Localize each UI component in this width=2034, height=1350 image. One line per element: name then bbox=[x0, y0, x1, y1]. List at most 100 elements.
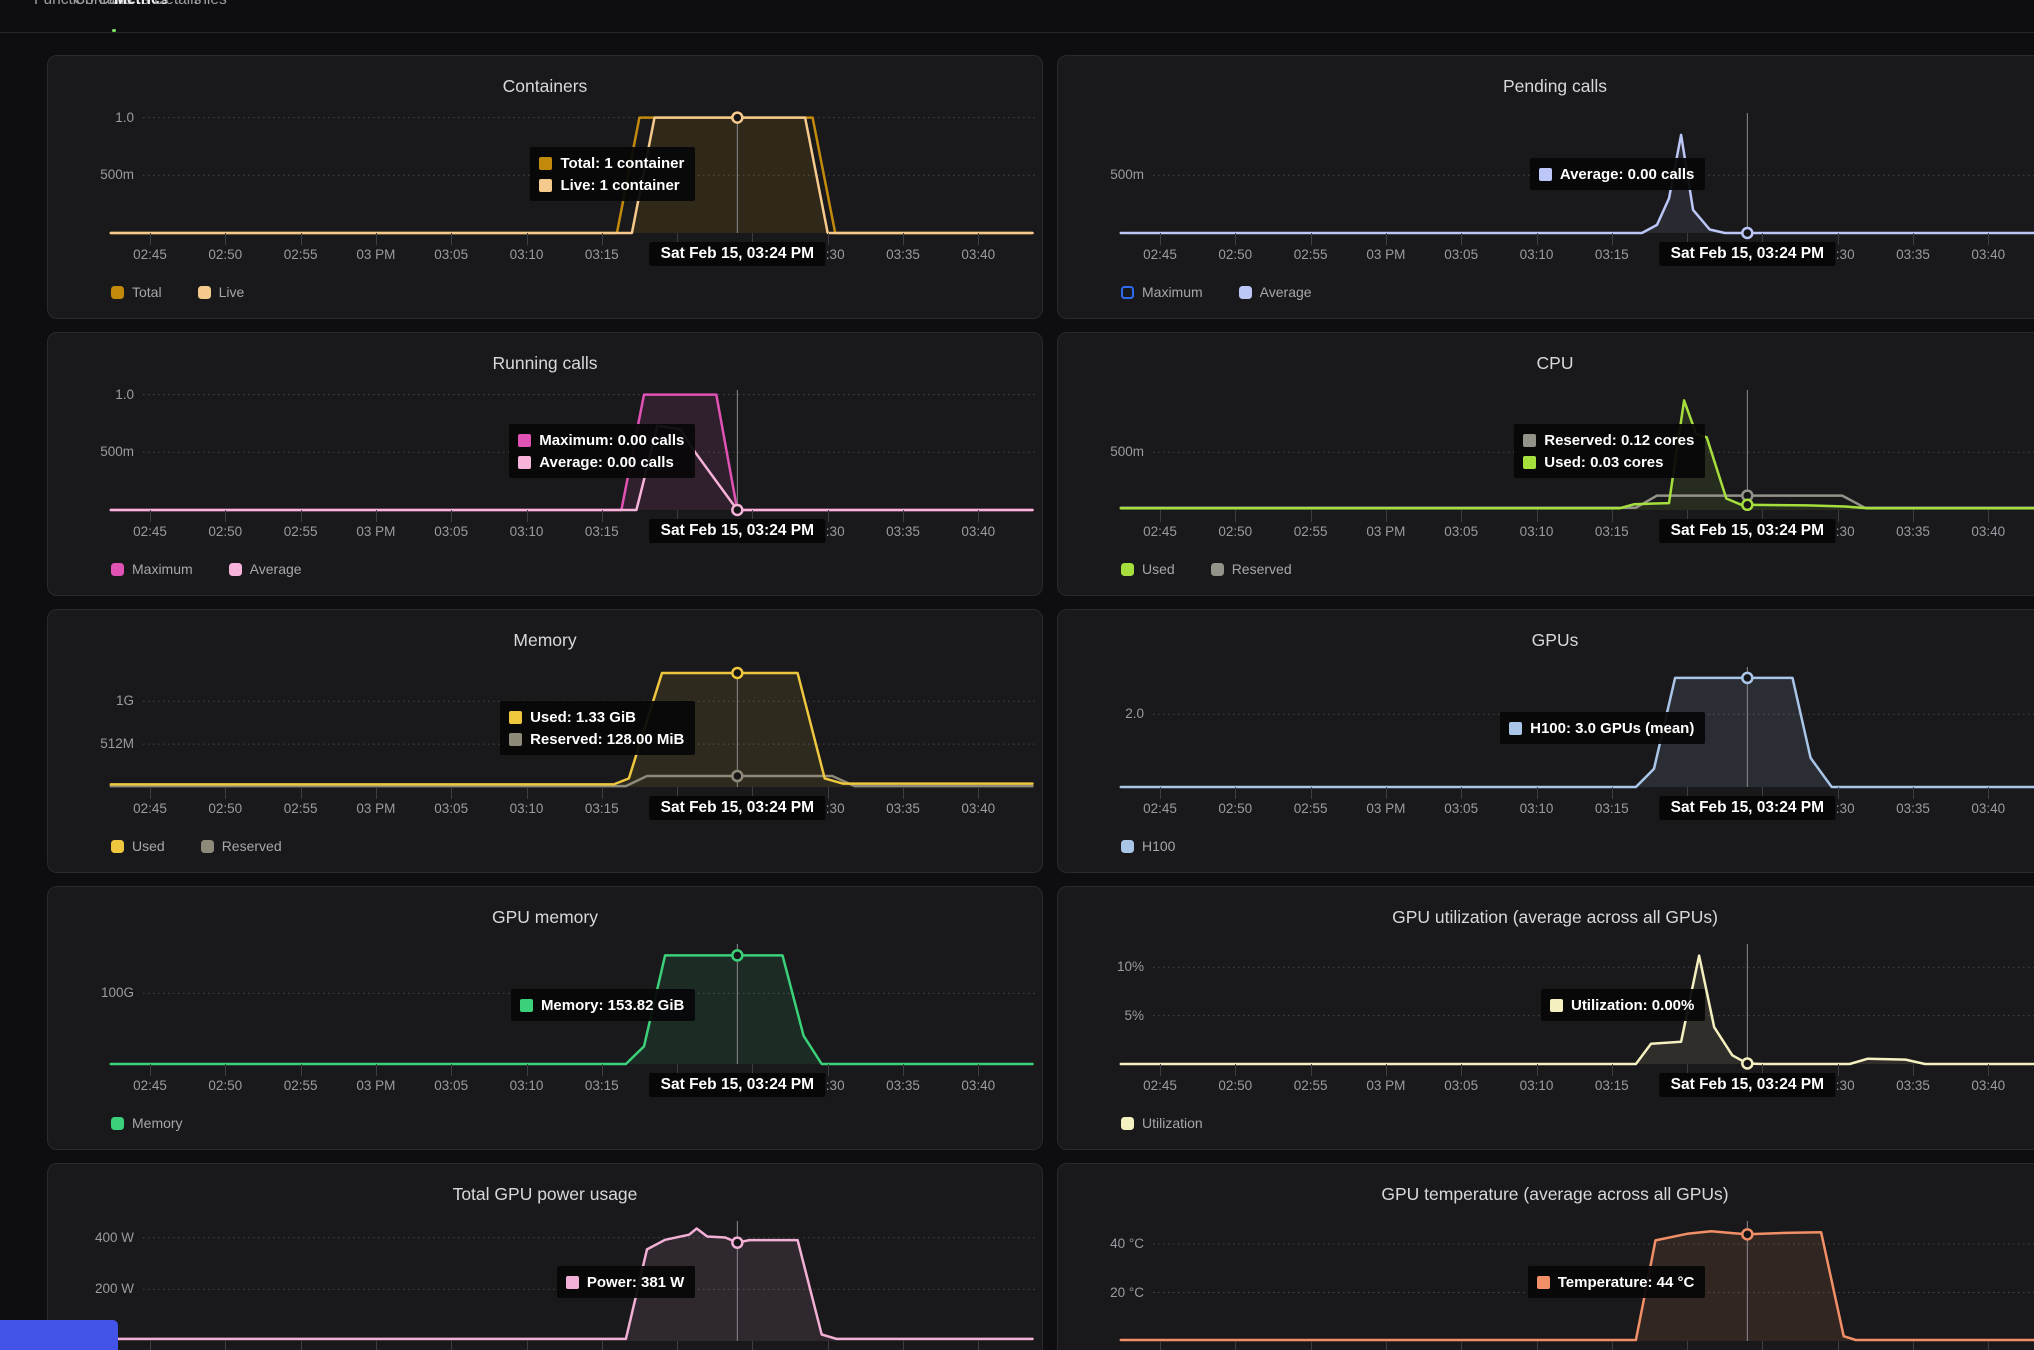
legend-item-reserved[interactable]: Reserved bbox=[1211, 561, 1292, 577]
x-axis-label: 02:45 bbox=[133, 524, 167, 539]
chart-tooltip: Reserved: 0.12 cores Used: 0.03 cores bbox=[1514, 424, 1705, 478]
tooltip-swatch bbox=[1550, 999, 1563, 1012]
x-axis-tick bbox=[1461, 1341, 1462, 1350]
x-axis-label: 03:05 bbox=[434, 247, 468, 262]
active-tab-indicator bbox=[112, 29, 116, 32]
chart-legend: Used Reserved bbox=[1121, 561, 1292, 577]
chart-plot-area[interactable]: Memory: 153.82 GiB bbox=[48, 944, 1042, 1064]
x-axis-label: 03:15 bbox=[1595, 524, 1629, 539]
x-axis-label: 03 PM bbox=[356, 247, 395, 262]
x-axis-tick bbox=[527, 787, 528, 799]
y-axis-label: 512M bbox=[48, 736, 134, 751]
hover-marker bbox=[732, 668, 742, 678]
chart-tooltip: Temperature: 44 °C bbox=[1528, 1266, 1706, 1298]
x-axis-tick bbox=[1537, 787, 1538, 799]
tooltip-text: Reserved: 128.00 MiB bbox=[530, 731, 684, 748]
tooltip-row: Average: 0.00 calls bbox=[518, 451, 684, 473]
legend-item-memory[interactable]: Memory bbox=[111, 1115, 183, 1131]
y-axis-label: 2.0 bbox=[1058, 706, 1144, 721]
x-axis-tick bbox=[527, 510, 528, 522]
x-axis-tick bbox=[1612, 1064, 1613, 1076]
chart-plot-area[interactable]: Temperature: 44 °C bbox=[1058, 1221, 2034, 1341]
tooltip-row: Used: 0.03 cores bbox=[1523, 451, 1694, 473]
legend-item-live[interactable]: Live bbox=[198, 284, 245, 300]
x-axis-label: 03:15 bbox=[1595, 247, 1629, 262]
x-axis-tick bbox=[1612, 233, 1613, 245]
x-axis-tick bbox=[1235, 1064, 1236, 1076]
tooltip-text: Reserved: 0.12 cores bbox=[1544, 432, 1694, 449]
x-axis-tick bbox=[527, 1064, 528, 1076]
x-axis-label: 03:10 bbox=[1520, 1078, 1554, 1093]
chart-plot-area[interactable]: Average: 0.00 calls bbox=[1058, 113, 2034, 233]
x-axis-label: 02:45 bbox=[133, 801, 167, 816]
chart-legend: Memory bbox=[111, 1115, 183, 1131]
x-axis-tick bbox=[225, 1064, 226, 1076]
legend-item-utilization[interactable]: Utilization bbox=[1121, 1115, 1203, 1131]
x-axis-label: 03 PM bbox=[356, 524, 395, 539]
legend-label: H100 bbox=[1142, 838, 1175, 854]
x-axis-label: 03 PM bbox=[1366, 801, 1405, 816]
chart-plot-area[interactable]: Maximum: 0.00 calls Average: 0.00 calls bbox=[48, 390, 1042, 510]
x-axis-label: 02:50 bbox=[1218, 524, 1252, 539]
tooltip-swatch bbox=[518, 456, 531, 469]
chart-title: Containers bbox=[48, 76, 1042, 97]
x-axis-tick bbox=[451, 1064, 452, 1076]
x-axis-tick bbox=[1988, 233, 1989, 245]
chart-panel-gpu-power: Total GPU power usagePower: 381 W400 W20… bbox=[47, 1163, 1043, 1350]
x-axis-tick bbox=[150, 1064, 151, 1076]
legend-item-reserved[interactable]: Reserved bbox=[201, 838, 282, 854]
x-axis-tick bbox=[602, 233, 603, 245]
x-axis-tick bbox=[225, 510, 226, 522]
tooltip-text: Temperature: 44 °C bbox=[1558, 1274, 1695, 1291]
x-axis-tick bbox=[1235, 233, 1236, 245]
x-axis-label: 02:45 bbox=[1143, 524, 1177, 539]
y-axis-label: 1.0 bbox=[48, 387, 134, 402]
x-axis-tick bbox=[1386, 787, 1387, 799]
x-axis-label: 03:40 bbox=[1971, 801, 2005, 816]
chart-plot-area[interactable]: Reserved: 0.12 cores Used: 0.03 cores bbox=[1058, 390, 2034, 510]
legend-label: Total bbox=[132, 284, 162, 300]
x-axis-label: 02:50 bbox=[208, 247, 242, 262]
legend-swatch bbox=[1121, 563, 1134, 576]
tooltip-text: Utilization: 0.00% bbox=[1571, 997, 1694, 1014]
x-axis-label: 03:10 bbox=[1520, 801, 1554, 816]
x-axis-label: 02:45 bbox=[1143, 801, 1177, 816]
x-axis-tick bbox=[828, 1064, 829, 1076]
legend-item-h100[interactable]: H100 bbox=[1121, 838, 1175, 854]
chart-title: GPU temperature (average across all GPUs… bbox=[1058, 1184, 2034, 1205]
x-axis-tick bbox=[1612, 787, 1613, 799]
legend-item-used[interactable]: Used bbox=[1121, 561, 1175, 577]
chart-plot-area[interactable]: Total: 1 containerLive: 1 container bbox=[48, 113, 1042, 233]
legend-item-maximum[interactable]: Maximum bbox=[1121, 284, 1203, 300]
hover-marker bbox=[732, 505, 742, 515]
hover-marker bbox=[1742, 500, 1752, 510]
tooltip-text: Maximum: 0.00 calls bbox=[539, 432, 684, 449]
x-axis-label: 03:10 bbox=[510, 247, 544, 262]
x-axis-label: 03:05 bbox=[1444, 247, 1478, 262]
legend-label: Utilization bbox=[1142, 1115, 1203, 1131]
x-axis-tick bbox=[376, 1341, 377, 1350]
chart-plot-area[interactable]: H100: 3.0 GPUs (mean) bbox=[1058, 667, 2034, 787]
chart-plot-area[interactable]: Utilization: 0.00% bbox=[1058, 944, 2034, 1064]
x-axis-tick bbox=[1386, 1064, 1387, 1076]
legend-item-maximum[interactable]: Maximum bbox=[111, 561, 193, 577]
chart-plot-area[interactable]: Power: 381 W bbox=[48, 1221, 1042, 1341]
legend-item-total[interactable]: Total bbox=[111, 284, 162, 300]
chart-plot-area[interactable]: Used: 1.33 GiBReserved: 128.00 MiB bbox=[48, 667, 1042, 787]
tooltip-row: Live: 1 container bbox=[539, 174, 684, 196]
legend-item-used[interactable]: Used bbox=[111, 838, 165, 854]
chart-panel-gpu-temperature: GPU temperature (average across all GPUs… bbox=[1057, 1163, 2034, 1350]
legend-item-average[interactable]: Average bbox=[229, 561, 302, 577]
metrics-dashboard-page: Function CallsContainersMetricsDetailsFi… bbox=[0, 0, 2034, 1350]
x-axis-tick bbox=[1838, 1341, 1839, 1350]
x-axis-label: 03:35 bbox=[886, 524, 920, 539]
y-axis-label: 10% bbox=[1058, 959, 1144, 974]
y-axis-label: 100G bbox=[48, 985, 134, 1000]
legend-item-average[interactable]: Average bbox=[1239, 284, 1312, 300]
x-axis-tick bbox=[451, 510, 452, 522]
x-axis-tick bbox=[301, 1341, 302, 1350]
x-axis-tick bbox=[1913, 510, 1914, 522]
x-axis-tick bbox=[602, 510, 603, 522]
x-axis-tick bbox=[1537, 510, 1538, 522]
x-axis-label: 02:45 bbox=[133, 1078, 167, 1093]
